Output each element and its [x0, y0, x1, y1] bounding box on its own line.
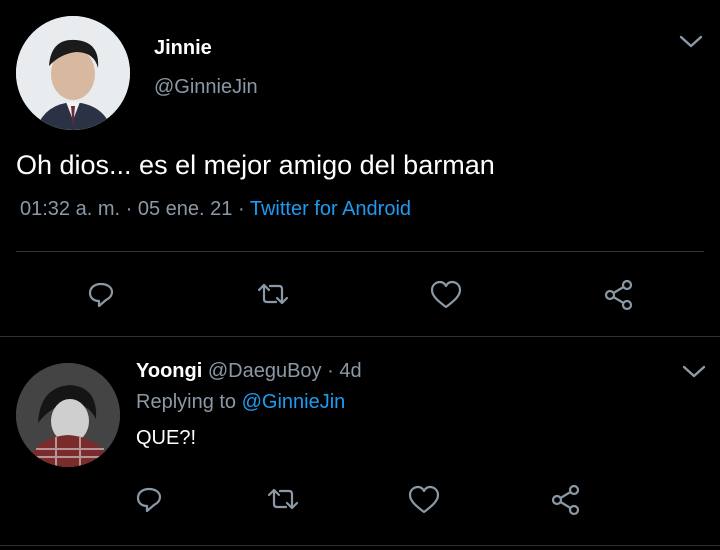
section-divider	[0, 336, 720, 337]
reply-header: Yoongi @DaeguBoy · 4d	[136, 360, 362, 383]
like-icon[interactable]	[429, 279, 463, 311]
replying-to-handle[interactable]: @GinnieJin	[242, 391, 346, 413]
display-name[interactable]: Yoongi	[136, 360, 202, 382]
retweet-icon[interactable]	[256, 279, 290, 309]
tweet-date: 05 ene. 21	[137, 198, 233, 220]
tweet-meta: 01:32 a. m. · 05 ene. 21 · Twitter for A…	[20, 198, 411, 221]
avatar[interactable]	[16, 16, 130, 130]
share-icon[interactable]	[603, 279, 635, 311]
chevron-down-icon[interactable]	[678, 32, 704, 52]
reply-icon[interactable]	[134, 484, 164, 514]
reply-avatar[interactable]	[16, 363, 120, 467]
tweet-text: Oh dios... es el mejor amigo del barman	[16, 150, 495, 180]
tweet-source-link[interactable]: Twitter for Android	[250, 198, 411, 220]
replying-to: Replying to @GinnieJin	[136, 391, 345, 414]
reply-text: QUE?!	[136, 427, 197, 449]
display-name[interactable]: Jinnie	[154, 37, 212, 60]
meta-separator: ·	[125, 198, 133, 220]
chevron-down-icon[interactable]	[681, 362, 707, 382]
tweet-time: 01:32 a. m.	[20, 198, 121, 220]
meta-separator: ·	[237, 198, 245, 220]
meta-separator: ·	[327, 360, 334, 382]
user-handle[interactable]: @DaeguBoy	[208, 360, 322, 382]
share-icon[interactable]	[550, 484, 582, 516]
bottom-divider	[0, 545, 720, 546]
divider	[16, 251, 704, 252]
replying-to-label: Replying to	[136, 391, 237, 413]
user-handle[interactable]: @GinnieJin	[154, 76, 258, 99]
like-icon[interactable]	[407, 484, 441, 516]
retweet-icon[interactable]	[266, 484, 300, 514]
tweet-age: 4d	[339, 360, 362, 382]
reply-icon[interactable]	[86, 279, 116, 309]
